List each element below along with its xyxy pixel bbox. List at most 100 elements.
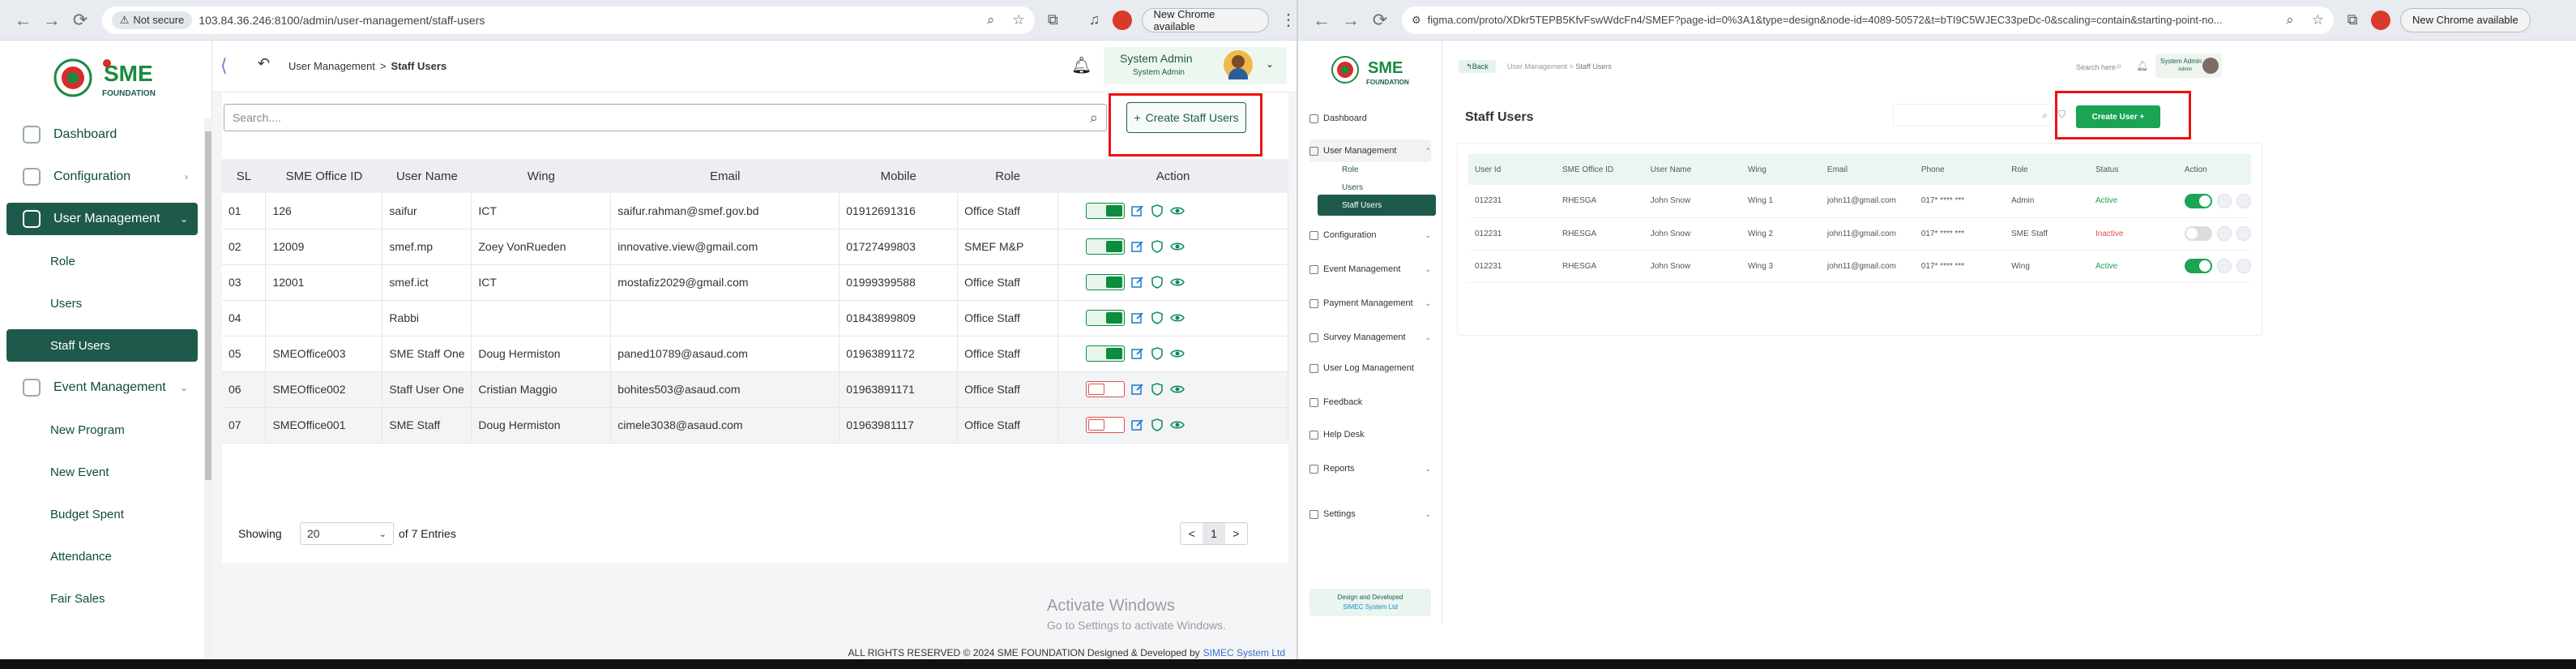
reload-icon[interactable]: ⟳ [1368,8,1392,32]
view-eye-icon[interactable] [1170,383,1185,396]
search-icon[interactable]: ⌕ [1090,109,1098,127]
shield-icon[interactable] [1151,418,1164,431]
extensions-icon[interactable]: ⧉ [2340,8,2365,32]
view-eye-icon[interactable] [1170,347,1185,360]
zoom-icon[interactable]: ⌕ [987,12,995,28]
breadcrumb-parent[interactable]: User Management [288,60,375,72]
figma-search-input[interactable]: ⌕ [1893,104,2053,127]
edit-icon[interactable] [1131,418,1144,431]
figma-sidebar-item-help-desk[interactable]: Help Desk [1309,423,1431,446]
site-info-icon[interactable]: ⚙ [1412,14,1421,27]
status-toggle[interactable] [1086,238,1126,255]
chrome-update-button[interactable]: New Chrome available [1141,7,1270,32]
more-options-icon[interactable] [2236,259,2251,273]
media-icon[interactable]: ♫ [1083,8,1106,32]
edit-icon[interactable] [1131,240,1144,253]
profile-avatar[interactable] [1113,10,1132,30]
figma-sidebar-item-user-log-management[interactable]: User Log Management [1309,357,1431,380]
more-options-icon[interactable] [2236,193,2251,208]
edit-icon[interactable] [1131,383,1144,396]
status-toggle[interactable] [1086,381,1126,397]
view-eye-icon[interactable] [1170,240,1185,253]
view-eye-icon[interactable] [1170,311,1185,324]
sidebar-subitem-new-event[interactable]: New Event [6,456,198,488]
address-bar[interactable]: ⚙ figma.com/proto/XDkr5TEPB5KfvFswWdcFn4… [1402,6,2334,34]
next-page-button[interactable]: > [1225,523,1247,544]
bell-icon[interactable]: 🔔︎ [1071,55,1091,75]
shield-icon[interactable] [1151,311,1164,324]
figma-sidebar-item-configuration[interactable]: Configuration ⌄ [1309,224,1431,247]
bell-icon[interactable]: 🔔︎ [2136,60,2148,71]
sidebar-subitem-attendance[interactable]: Attendance [6,540,198,573]
status-toggle[interactable] [1086,417,1126,433]
edit-icon[interactable] [2216,259,2232,273]
search-input[interactable]: Search.... ⌕ [224,104,1107,131]
sidebar-subitem-new-program[interactable]: New Program [6,414,198,446]
collapse-sidebar-icon[interactable]: ⟨ [220,55,228,76]
address-bar[interactable]: ⚠ Not secure 103.84.36.246:8100/admin/use… [101,6,1035,34]
chrome-update-button[interactable]: New Chrome available [2400,7,2531,32]
back-icon[interactable]: ↶ [258,55,270,72]
search-icon[interactable]: ⌕ [2117,60,2122,72]
shield-icon[interactable] [1151,383,1164,396]
figma-sidebar-subitem-staff-users[interactable]: Staff Users [1318,195,1436,216]
figma-user-menu[interactable]: System Admin Admin [2155,54,2222,78]
status-toggle[interactable] [2184,259,2212,273]
figma-sidebar-item-feedback[interactable]: Feedback [1309,391,1431,414]
edit-icon[interactable] [1131,311,1144,324]
sidebar-subitem-users[interactable]: Users [6,287,198,319]
sidebar-item-configuration[interactable]: Configuration › [6,161,198,193]
figma-search-label[interactable]: Search here [2076,63,2116,71]
sidebar-item-user-management[interactable]: User Management ⌄ [6,203,198,235]
page-1-button[interactable]: 1 [1203,523,1225,544]
figma-back-button[interactable]: ↰ Back [1459,60,1496,73]
figma-sidebar-item-reports[interactable]: Reports ⌄ [1309,457,1431,480]
edit-icon[interactable] [1131,347,1144,360]
profile-avatar[interactable] [2371,10,2390,30]
edit-icon[interactable] [2216,193,2232,208]
view-eye-icon[interactable] [1170,418,1185,431]
bookmark-star-icon[interactable]: ☆ [2312,12,2324,28]
status-toggle[interactable] [2184,226,2212,241]
sidebar-subitem-fair-sales[interactable]: Fair Sales [6,582,198,615]
shield-icon[interactable] [1151,204,1164,217]
figma-sidebar-item-payment-management[interactable]: Payment Management ⌄ [1309,292,1431,315]
status-toggle[interactable] [1086,202,1126,219]
chrome-menu-icon[interactable]: ⋮ [1280,10,1297,30]
prev-page-button[interactable]: < [1181,523,1203,544]
user-menu[interactable]: System Admin System Admin ⌄ [1104,47,1287,84]
not-secure-badge[interactable]: ⚠ Not secure [111,11,193,29]
sidebar-subitem-budget-spent[interactable]: Budget Spent [6,498,198,530]
sidebar-item-dashboard[interactable]: Dashboard [6,118,198,151]
view-eye-icon[interactable] [1170,204,1185,217]
forward-arrow-icon[interactable]: → [40,8,63,32]
forward-arrow-icon[interactable]: → [1339,8,1363,32]
view-eye-icon[interactable] [1170,276,1185,289]
back-arrow-icon[interactable]: ← [11,8,35,32]
figma-sidebar-item-dashboard[interactable]: Dashboard [1309,107,1431,130]
figma-sidebar-item-settings[interactable]: Settings ⌄ [1309,503,1431,525]
back-arrow-icon[interactable]: ← [1309,8,1334,32]
edit-icon[interactable] [2216,226,2232,241]
status-toggle[interactable] [1086,310,1126,326]
sidebar-subitem-staff-users[interactable]: Staff Users [6,329,198,362]
figma-sidebar-item-event-management[interactable]: Event Management ⌄ [1309,258,1431,281]
more-options-icon[interactable] [2236,226,2251,241]
shield-icon[interactable] [1151,240,1164,253]
sidebar-item-event-management[interactable]: Event Management ⌄ [6,371,198,404]
page-size-select[interactable]: 20 ⌄ [300,522,394,545]
status-toggle[interactable] [1086,345,1126,362]
extensions-icon[interactable]: ⧉ [1041,8,1065,32]
bookmark-star-icon[interactable]: ☆ [1012,12,1024,28]
shield-icon[interactable] [1151,276,1164,289]
edit-icon[interactable] [1131,276,1144,289]
reload-icon[interactable]: ⟳ [69,8,92,32]
status-toggle[interactable] [2184,193,2212,208]
status-toggle[interactable] [1086,274,1126,290]
figma-sidebar-item-survey-management[interactable]: Survey Management ⌄ [1309,326,1431,349]
shield-icon[interactable] [1151,347,1164,360]
zoom-icon[interactable]: ⌕ [2286,12,2294,28]
sidebar-scrollbar[interactable] [204,118,212,669]
edit-icon[interactable] [1131,204,1144,217]
footer-company-link[interactable]: SIMEC System Ltd [1203,647,1285,658]
